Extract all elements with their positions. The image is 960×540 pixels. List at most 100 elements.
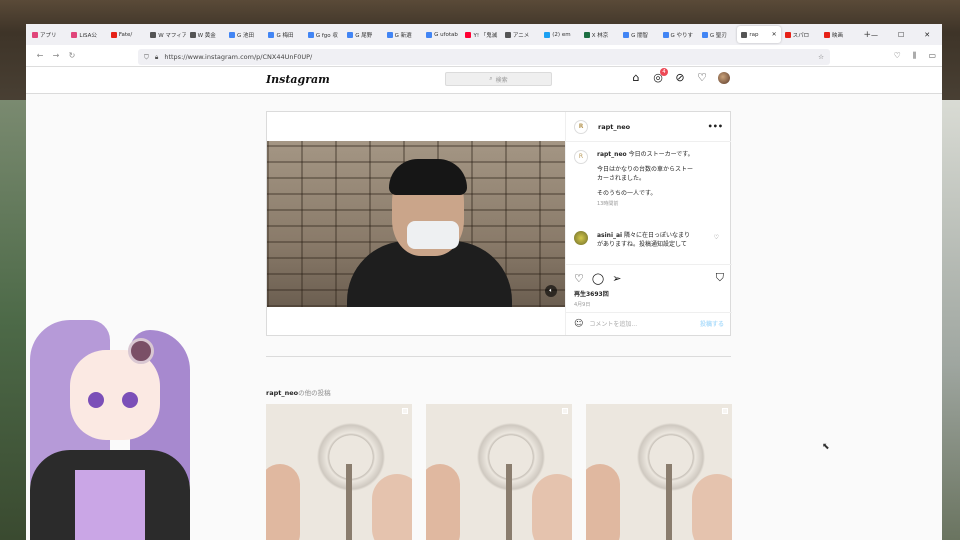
comment-item: asini_ai 隣々に在日っぽいなまり がありますね。投稿通知設定して ♡ bbox=[566, 227, 731, 253]
comment-input[interactable]: コメントを追加... bbox=[589, 319, 637, 328]
add-comment-bar: ☺ コメントを追加... 投稿する bbox=[566, 312, 732, 334]
browser-tab[interactable]: G 尾野 bbox=[343, 26, 382, 43]
browser-tab[interactable]: G 池田 bbox=[225, 26, 264, 43]
browser-tab[interactable]: アプリ bbox=[28, 26, 67, 43]
url-text[interactable]: https://www.instagram.com/p/CNX44UnF0UP/ bbox=[164, 53, 312, 61]
share-icon[interactable]: ➢ bbox=[612, 272, 621, 285]
tab-favicon-icon bbox=[150, 31, 157, 38]
browser-tab[interactable]: LiSA公 bbox=[67, 26, 106, 43]
browser-tab[interactable]: 映画 bbox=[820, 26, 859, 43]
tab-label: Y! 「鬼滅 bbox=[473, 32, 498, 39]
tab-label: G やりす bbox=[670, 32, 694, 39]
messenger-icon[interactable]: ◎ 4 bbox=[652, 68, 668, 84]
post-author-username[interactable]: rapt_neo bbox=[598, 123, 630, 131]
new-tab-button[interactable]: + bbox=[863, 30, 871, 40]
caption-author-avatar[interactable]: R bbox=[574, 150, 588, 164]
post-caption: R rapt_neo 今日のストーカーです。 今日はかなりの台数の車からストー … bbox=[566, 142, 731, 227]
mute-icon[interactable]: 🔈︎ bbox=[545, 285, 557, 297]
post-sidebar: R rapt_neo ••• R rapt_neo 今日のストーカーです。 今日… bbox=[565, 112, 732, 335]
view-count[interactable]: 再生3693回 bbox=[574, 289, 724, 298]
reload-icon[interactable]: ↻ bbox=[64, 51, 80, 60]
tab-label: W マフィア bbox=[158, 32, 186, 39]
header-nav-icons: ⌂ ◎ 4 ⊘ ♡ bbox=[630, 68, 730, 84]
instagram-header: Instagram ⌕ 検索 ⌂ ◎ 4 ⊘ ♡ bbox=[26, 67, 942, 94]
browser-tab[interactable]: X 林京 bbox=[580, 26, 619, 43]
bookmark-star-icon[interactable]: ☆ bbox=[818, 53, 830, 61]
browser-tab[interactable]: G やりす bbox=[659, 26, 698, 43]
address-bar[interactable]: ⛉ 🔒︎ https://www.instagram.com/p/CNX44Un… bbox=[138, 49, 830, 65]
tab-favicon-icon bbox=[544, 31, 551, 38]
browser-tab[interactable]: G 梅田 bbox=[264, 26, 303, 43]
tab-close-icon[interactable]: ✕ bbox=[772, 31, 777, 38]
post-card: 🔈︎ R rapt_neo ••• R rapt_neo 今日のストーカーです。… bbox=[266, 111, 732, 336]
thumbnail-tree-trunk bbox=[666, 464, 672, 540]
like-icon[interactable]: ♡ bbox=[574, 272, 584, 285]
character-face bbox=[70, 350, 160, 440]
post-date[interactable]: 4月9日 bbox=[574, 301, 724, 308]
tab-label: G 新選 bbox=[394, 32, 412, 39]
save-bookmark-icon[interactable]: ⛉ bbox=[716, 271, 724, 285]
window-controls: — ☐ ✕ bbox=[871, 31, 942, 39]
minimize-button[interactable]: — bbox=[871, 31, 878, 39]
browser-tab[interactable]: W 黄金 bbox=[186, 26, 225, 43]
shield-icon[interactable]: ⛉ bbox=[144, 53, 149, 62]
tab-favicon-icon bbox=[32, 31, 38, 38]
more-posts-grid bbox=[266, 404, 732, 540]
library-icon[interactable]: ⫼ bbox=[913, 51, 917, 61]
caption-timestamp[interactable]: 13時間前 bbox=[597, 201, 723, 209]
lock-icon[interactable]: 🔒︎ bbox=[155, 53, 158, 62]
browser-tab[interactable]: W マフィア bbox=[146, 26, 186, 43]
post-thumbnail[interactable] bbox=[586, 404, 732, 540]
more-posts-username[interactable]: rapt_neo bbox=[266, 389, 298, 397]
more-options-icon[interactable]: ••• bbox=[708, 122, 723, 131]
maximize-button[interactable]: ☐ bbox=[898, 31, 904, 39]
browser-tab[interactable]: G 闇智 bbox=[619, 26, 658, 43]
toolbar-right: ♡ ⫼ ▭ bbox=[894, 51, 936, 61]
post-video[interactable]: 🔈︎ bbox=[267, 141, 565, 307]
back-icon[interactable]: ← bbox=[32, 51, 48, 60]
search-input[interactable]: ⌕ 検索 bbox=[445, 72, 552, 86]
post-comment-button[interactable]: 投稿する bbox=[700, 319, 724, 328]
thumbnail-person bbox=[372, 474, 412, 540]
tab-label: (2) em bbox=[552, 31, 571, 38]
close-window-button[interactable]: ✕ bbox=[924, 31, 930, 39]
browser-tab[interactable]: G ufotab bbox=[422, 26, 461, 43]
browser-tab[interactable]: G 聖刃 bbox=[698, 26, 737, 43]
tab-favicon-icon bbox=[307, 31, 314, 38]
notification-badge: 4 bbox=[660, 68, 668, 76]
post-author-avatar[interactable]: R bbox=[574, 119, 588, 134]
home-icon[interactable]: ⌂ bbox=[630, 72, 642, 84]
sidebar-icon[interactable]: ▭ bbox=[928, 51, 936, 61]
tab-label: rap bbox=[749, 31, 759, 38]
profile-avatar[interactable] bbox=[718, 72, 730, 84]
browser-tab[interactable]: G fgo 収 bbox=[304, 26, 343, 43]
video-post-icon bbox=[562, 408, 568, 414]
section-divider bbox=[266, 356, 731, 357]
browser-tab[interactable]: アニメ bbox=[501, 26, 540, 43]
caption-username[interactable]: rapt_neo bbox=[597, 151, 627, 158]
comment-username[interactable]: asini_ai bbox=[597, 232, 622, 239]
tab-favicon-icon bbox=[426, 31, 433, 38]
pocket-icon[interactable]: ♡ bbox=[894, 51, 901, 61]
post-thumbnail[interactable] bbox=[426, 404, 572, 540]
browser-tab[interactable]: G 新選 bbox=[383, 26, 422, 43]
explore-icon[interactable]: ⊘ bbox=[674, 72, 686, 84]
tab-favicon-icon bbox=[824, 31, 831, 38]
tab-favicon-icon bbox=[189, 31, 196, 38]
commenter-avatar[interactable] bbox=[574, 231, 588, 245]
instagram-logo[interactable]: Instagram bbox=[266, 73, 330, 86]
emoji-icon[interactable]: ☺ bbox=[574, 319, 583, 329]
browser-tab[interactable]: Y! 「鬼滅 bbox=[461, 26, 500, 43]
browser-tab[interactable]: スパロ bbox=[781, 26, 820, 43]
forward-icon[interactable]: → bbox=[48, 51, 64, 60]
comment-like-icon[interactable]: ♡ bbox=[714, 233, 719, 242]
comment-icon[interactable]: ◯ bbox=[592, 272, 604, 285]
activity-heart-icon[interactable]: ♡ bbox=[696, 72, 708, 84]
tab-bar: アプリ LiSA公 Fate/W マフィア W 黄金 G 池田 G 梅田 G fgo 収 G … bbox=[26, 24, 942, 45]
tab-favicon-icon bbox=[465, 31, 472, 38]
browser-tab[interactable]: rap ✕ bbox=[737, 26, 781, 43]
browser-tab[interactable]: Fate/ bbox=[107, 26, 146, 43]
tab-favicon-icon bbox=[229, 31, 236, 38]
browser-tab[interactable]: (2) em bbox=[540, 26, 579, 43]
post-thumbnail[interactable] bbox=[266, 404, 412, 540]
